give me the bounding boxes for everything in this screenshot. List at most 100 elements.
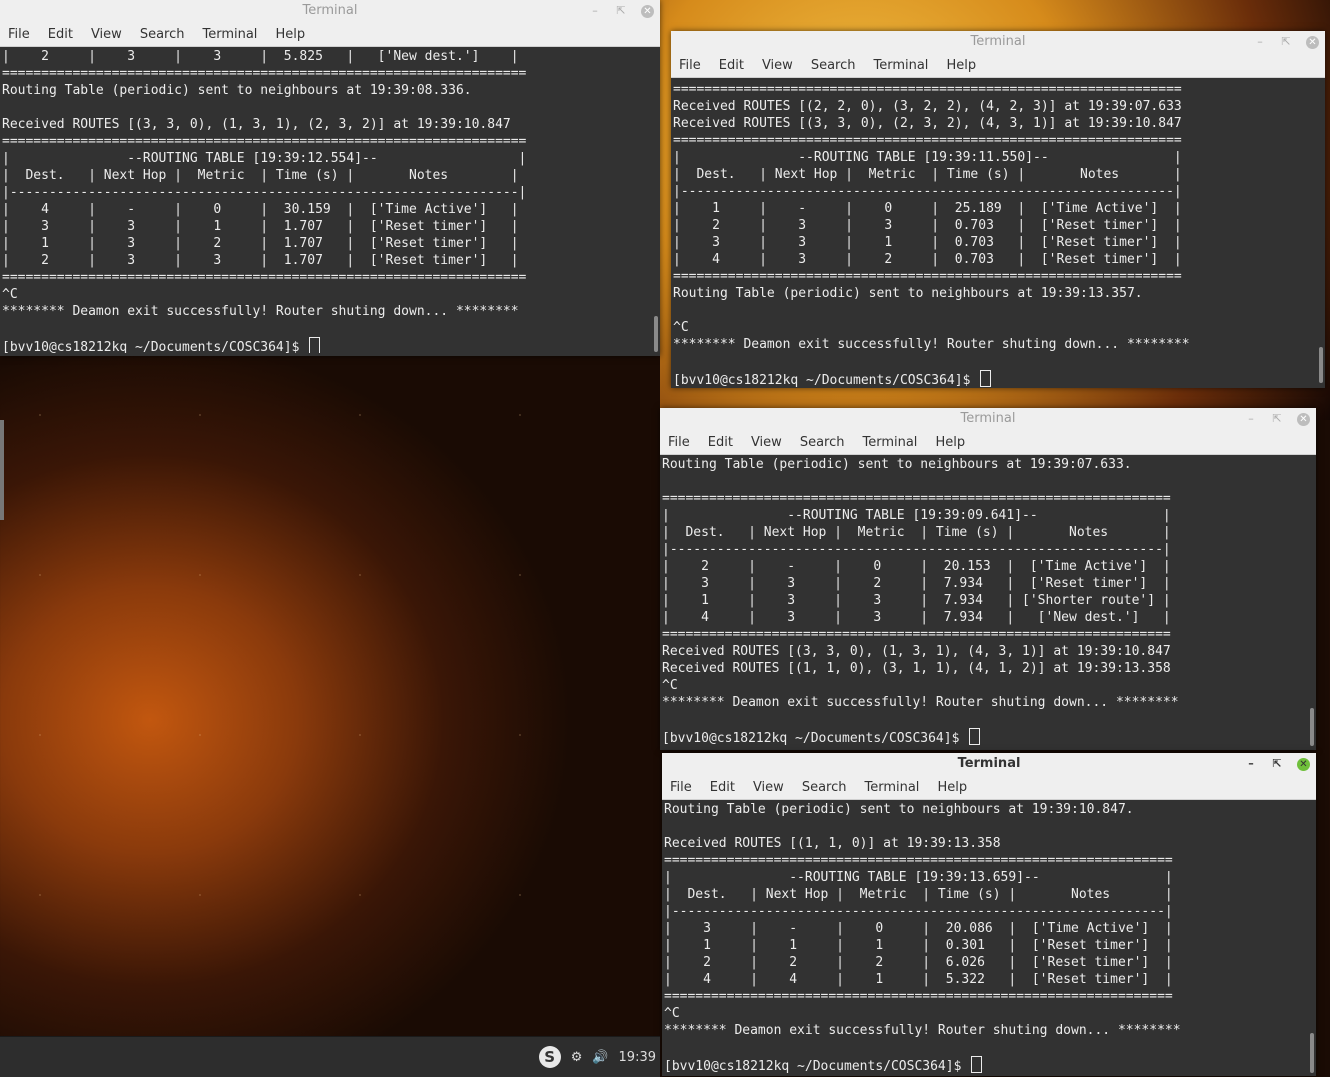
close-icon[interactable]: ✕ <box>1297 412 1310 426</box>
terminal-line: Received ROUTES [(3, 3, 0), (2, 3, 2), (… <box>673 116 1182 131</box>
menu-help[interactable]: Help <box>937 780 967 795</box>
terminal-line: [bvv10@cs18212kq ~/Documents/COSC364]$ <box>662 728 1314 747</box>
terminal-line: ******** Deamon exit successfully! Route… <box>662 695 1179 710</box>
scrollbar[interactable] <box>654 316 658 352</box>
close-icon[interactable]: ✕ <box>1297 757 1310 771</box>
terminal-window-2[interactable]: Terminal – ⇱ ✕ File Edit View Search Ter… <box>671 31 1325 388</box>
window-titlebar[interactable]: Terminal – ⇱ ✕ <box>671 31 1325 53</box>
menu-edit[interactable]: Edit <box>710 780 735 795</box>
menu-view[interactable]: View <box>751 435 782 450</box>
close-icon[interactable]: ✕ <box>1306 35 1319 49</box>
skype-icon[interactable]: S <box>538 1046 561 1068</box>
menu-bar: File Edit View Search Terminal Help <box>660 430 1316 455</box>
menu-search[interactable]: Search <box>811 58 856 73</box>
terminal-line: |---------------------------------------… <box>662 542 1171 557</box>
menu-view[interactable]: View <box>762 58 793 73</box>
terminal-line: Received ROUTES [(2, 2, 0), (3, 2, 2), (… <box>673 99 1182 114</box>
minimize-icon[interactable]: – <box>1254 31 1266 53</box>
volume-icon[interactable]: 🔊 <box>592 1050 608 1065</box>
terminal-line: ========================================… <box>662 491 1171 506</box>
maximize-icon[interactable]: ⇱ <box>1271 408 1283 430</box>
window-title: Terminal <box>970 34 1026 49</box>
terminal-line: | 2 | 3 | 3 | 5.825 | ['New dest.'] | <box>2 49 519 64</box>
minimize-icon[interactable]: – <box>589 0 601 22</box>
terminal-line: | 4 | 3 | 2 | 0.703 | ['Reset timer'] | <box>673 252 1182 267</box>
maximize-icon[interactable]: ⇱ <box>1271 753 1283 775</box>
terminal-window-3[interactable]: Terminal – ⇱ ✕ File Edit View Search Ter… <box>660 408 1316 750</box>
terminal-output[interactable]: Routing Table (periodic) sent to neighbo… <box>662 800 1316 1076</box>
terminal-line: Routing Table (periodic) sent to neighbo… <box>673 286 1143 301</box>
menu-file[interactable]: File <box>8 27 30 42</box>
terminal-window-4[interactable]: Terminal – ⇱ ✕ File Edit View Search Ter… <box>662 753 1316 1076</box>
menu-help[interactable]: Help <box>946 58 976 73</box>
terminal-line: | Dest. | Next Hop | Metric | Time (s) |… <box>662 525 1171 540</box>
window-titlebar[interactable]: Terminal – ⇱ ✕ <box>660 408 1316 430</box>
terminal-line: ========================================… <box>2 66 527 81</box>
terminal-line: |---------------------------------------… <box>664 904 1173 919</box>
close-icon[interactable]: ✕ <box>641 4 654 18</box>
terminal-line: ******** Deamon exit successfully! Route… <box>664 1023 1181 1038</box>
terminal-line: | --ROUTING TABLE [19:39:11.550]-- | <box>673 150 1182 165</box>
menu-view[interactable]: View <box>753 780 784 795</box>
menu-search[interactable]: Search <box>800 435 845 450</box>
terminal-line: | 4 | 3 | 3 | 7.934 | ['New dest.'] | <box>662 610 1171 625</box>
window-titlebar[interactable]: Terminal – ⇱ ✕ <box>0 0 660 22</box>
terminal-line: [bvv10@cs18212kq ~/Documents/COSC364]$ <box>673 370 1323 389</box>
menu-terminal[interactable]: Terminal <box>864 780 919 795</box>
terminal-line: | 2 | 3 | 3 | 1.707 | ['Reset timer'] | <box>2 253 519 268</box>
text-cursor <box>971 1056 983 1073</box>
terminal-line: ^C <box>2 287 18 302</box>
menu-search[interactable]: Search <box>802 780 847 795</box>
terminal-line: | 2 | 3 | 3 | 0.703 | ['Reset timer'] | <box>673 218 1182 233</box>
scrollbar[interactable] <box>1310 1033 1314 1073</box>
menu-terminal[interactable]: Terminal <box>862 435 917 450</box>
terminal-line: | 3 | - | 0 | 20.086 | ['Time Active'] | <box>664 921 1173 936</box>
clock[interactable]: 19:39 <box>619 1050 656 1065</box>
menu-file[interactable]: File <box>668 435 690 450</box>
terminal-window-1[interactable]: Terminal – ⇱ ✕ File Edit View Search Ter… <box>0 0 660 356</box>
menu-help[interactable]: Help <box>275 27 305 42</box>
menu-edit[interactable]: Edit <box>708 435 733 450</box>
terminal-line: | 3 | 3 | 2 | 7.934 | ['Reset timer'] | <box>662 576 1171 591</box>
menu-file[interactable]: File <box>679 58 701 73</box>
terminal-line: ========================================… <box>664 989 1173 1004</box>
menu-view[interactable]: View <box>91 27 122 42</box>
scrollbar[interactable] <box>1310 708 1314 746</box>
menu-search[interactable]: Search <box>140 27 185 42</box>
maximize-icon[interactable]: ⇱ <box>615 0 627 22</box>
scrollbar[interactable] <box>1319 347 1323 383</box>
window-title: Terminal <box>957 756 1021 771</box>
terminal-output[interactable]: | 2 | 3 | 3 | 5.825 | ['New dest.'] | ===… <box>0 47 660 353</box>
network-icon[interactable]: ⚙ <box>571 1050 583 1065</box>
menu-edit[interactable]: Edit <box>719 58 744 73</box>
menu-terminal[interactable]: Terminal <box>202 27 257 42</box>
desktop-wallpaper-stars <box>0 355 660 1035</box>
terminal-line: | 3 | 3 | 1 | 1.707 | ['Reset timer'] | <box>2 219 519 234</box>
menu-help[interactable]: Help <box>935 435 965 450</box>
terminal-line: Routing Table (periodic) sent to neighbo… <box>2 83 472 98</box>
terminal-line: | 2 | 2 | 2 | 6.026 | ['Reset timer'] | <box>664 955 1173 970</box>
maximize-icon[interactable]: ⇱ <box>1280 31 1292 53</box>
window-titlebar[interactable]: Terminal – ⇱ ✕ <box>662 753 1316 775</box>
minimize-icon[interactable]: – <box>1245 408 1257 430</box>
terminal-line: | 2 | - | 0 | 20.153 | ['Time Active'] | <box>662 559 1171 574</box>
terminal-line: ******** Deamon exit successfully! Route… <box>673 337 1190 352</box>
minimize-icon[interactable]: – <box>1245 753 1257 775</box>
system-tray: S ⚙ 🔊 19:39 <box>538 1037 656 1077</box>
menu-terminal[interactable]: Terminal <box>873 58 928 73</box>
terminal-line: Routing Table (periodic) sent to neighbo… <box>664 802 1134 817</box>
terminal-output[interactable]: ========================================… <box>671 78 1325 389</box>
menu-bar: File Edit View Search Terminal Help <box>662 775 1316 800</box>
text-cursor <box>309 337 321 353</box>
terminal-line: [bvv10@cs18212kq ~/Documents/COSC364]$ <box>2 337 658 353</box>
terminal-output[interactable]: Routing Table (periodic) sent to neighbo… <box>660 455 1316 750</box>
terminal-line: | 1 | - | 0 | 25.189 | ['Time Active'] | <box>673 201 1182 216</box>
menu-file[interactable]: File <box>670 780 692 795</box>
window-edge <box>0 420 4 520</box>
terminal-line: | 1 | 1 | 1 | 0.301 | ['Reset timer'] | <box>664 938 1173 953</box>
terminal-line: ========================================… <box>673 82 1182 97</box>
menu-edit[interactable]: Edit <box>48 27 73 42</box>
